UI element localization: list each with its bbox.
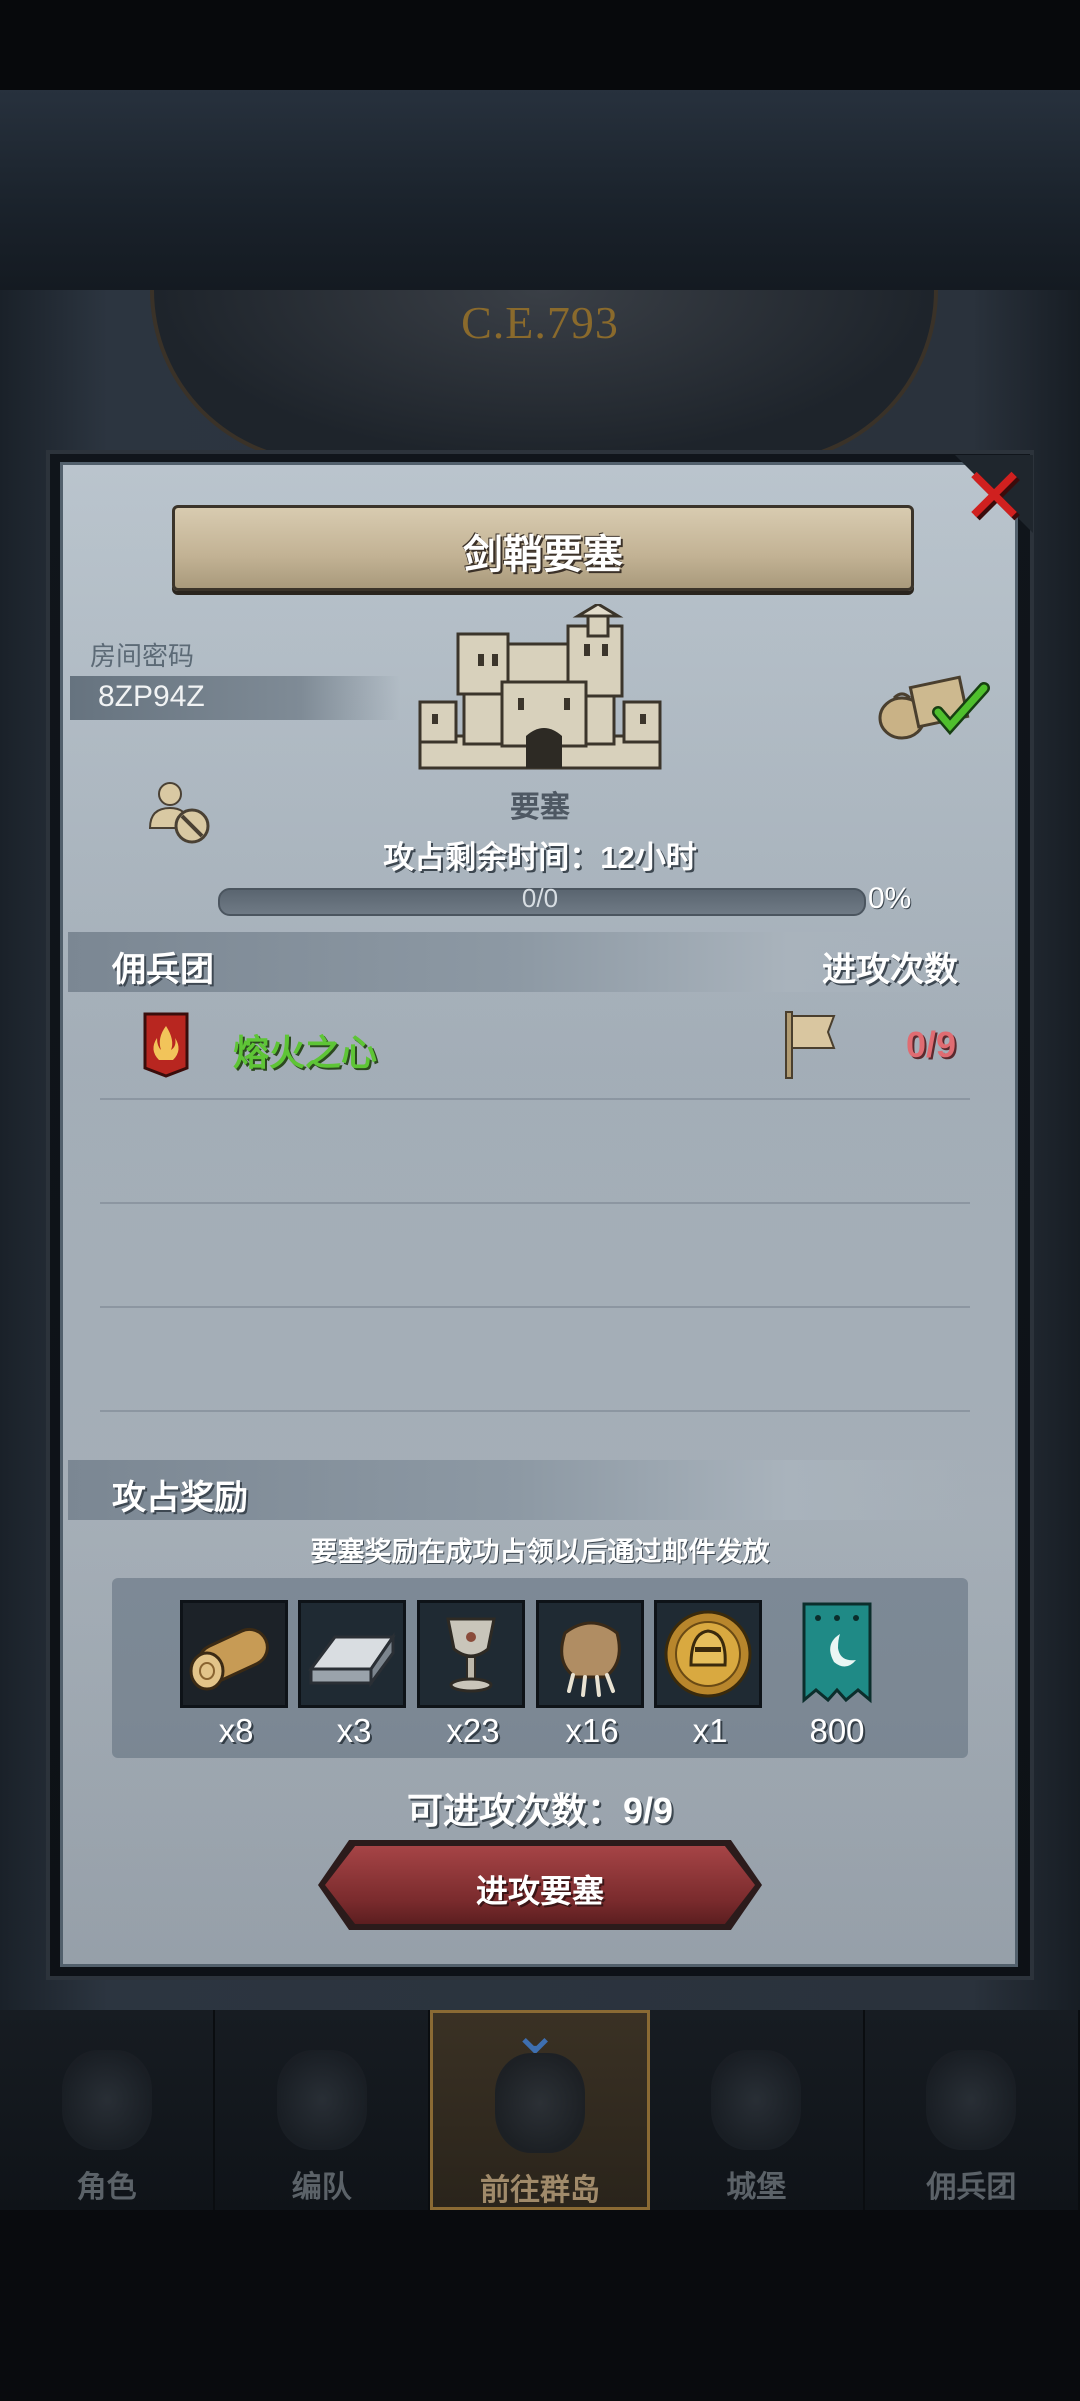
wood-log-icon: [189, 1627, 269, 1691]
row-divider: [100, 1410, 970, 1412]
room-password-value[interactable]: 8ZP94Z: [98, 680, 205, 714]
attack-count-header: 进攻次数: [822, 951, 958, 989]
row-divider: [100, 1098, 970, 1100]
available-attacks-text: 可进攻次数：9/9: [406, 1790, 674, 1831]
nav-label: 编队: [291, 2171, 352, 2204]
mercenary-icon: [926, 2050, 1017, 2150]
nav-item-character[interactable]: 角色: [0, 2010, 216, 2210]
reward-item-medal[interactable]: [654, 1600, 762, 1708]
nav-item-mercenary[interactable]: 佣兵团: [865, 2010, 1080, 2210]
guild-banner-icon[interactable]: [800, 1600, 874, 1706]
bottom-navigation: 角色 编队 ⌄ 前往群岛 城堡 佣兵团: [0, 2003, 1080, 2210]
row-divider: [100, 1202, 970, 1204]
reward-qty: x23: [446, 1712, 500, 1749]
reward-qty: x1: [692, 1712, 728, 1749]
fire-guild-badge-icon: [143, 1012, 189, 1078]
row-divider: [100, 1306, 970, 1308]
background-wall: [0, 90, 1080, 290]
formation-icon: [276, 2050, 367, 2150]
title-scroll: 剑鞘要塞: [172, 505, 914, 591]
reward-qty: 800: [809, 1712, 865, 1749]
attack-fortress-label: 进攻要塞: [475, 1873, 604, 1909]
flag-icon: [785, 1011, 836, 1079]
iron-ingot-icon: [308, 1632, 396, 1688]
fortress-type-label: 要塞: [510, 791, 570, 824]
mercenary-attacks-value: 0/9: [906, 1024, 957, 1065]
nav-item-castle[interactable]: 城堡: [650, 2010, 865, 2210]
nav-item-formation[interactable]: 编队: [215, 2010, 431, 2210]
rewards-note: 要塞奖励在成功占领以后通过邮件发放: [310, 1537, 770, 1567]
nav-label: 前往群岛: [480, 2174, 600, 2207]
reward-item-iron[interactable]: [298, 1600, 406, 1708]
mercenary-name[interactable]: 熔火之心: [233, 1024, 377, 1076]
nav-label: 角色: [76, 2171, 137, 2204]
fortress-castle-icon: [418, 604, 662, 770]
nav-item-islands[interactable]: ⌄ 前往群岛: [430, 2003, 650, 2210]
reward-qty: x16: [565, 1712, 619, 1749]
nav-label: 城堡: [726, 2171, 787, 2204]
bottom-safe-area: [0, 2210, 1080, 2401]
reward-item-paw[interactable]: [536, 1600, 644, 1708]
occupation-progress-percent: 0%: [868, 882, 912, 915]
dialog-title: 剑鞘要塞: [463, 533, 623, 577]
castle-icon: [711, 2050, 802, 2150]
status-bar: [0, 0, 1080, 90]
attack-fortress-button[interactable]: 进攻要塞: [325, 1846, 755, 1924]
beast-paw-icon: [560, 1621, 621, 1697]
reward-qty: x3: [336, 1712, 372, 1749]
reward-qty: x8: [218, 1712, 254, 1749]
mercenary-header: 佣兵团: [112, 951, 214, 989]
room-password-label: 房间密码: [90, 641, 195, 671]
goblet-icon: [446, 1617, 496, 1693]
reward-claimed-icon[interactable]: [876, 668, 996, 742]
reward-item-wood[interactable]: [180, 1600, 288, 1708]
occupation-progress-text: 0/0: [521, 883, 559, 913]
nav-label: 佣兵团: [926, 2171, 1017, 2204]
islands-compass-icon: [495, 2053, 585, 2153]
character-icon: [61, 2050, 152, 2150]
knight-medal-icon: [664, 1610, 752, 1698]
time-remaining-text: 攻占剩余时间：12小时: [383, 840, 697, 875]
era-label: C.E.793: [461, 297, 619, 348]
close-icon[interactable]: ✕: [956, 457, 1032, 535]
reward-item-goblet[interactable]: [417, 1600, 525, 1708]
rewards-header: 攻占奖励: [112, 1479, 248, 1517]
